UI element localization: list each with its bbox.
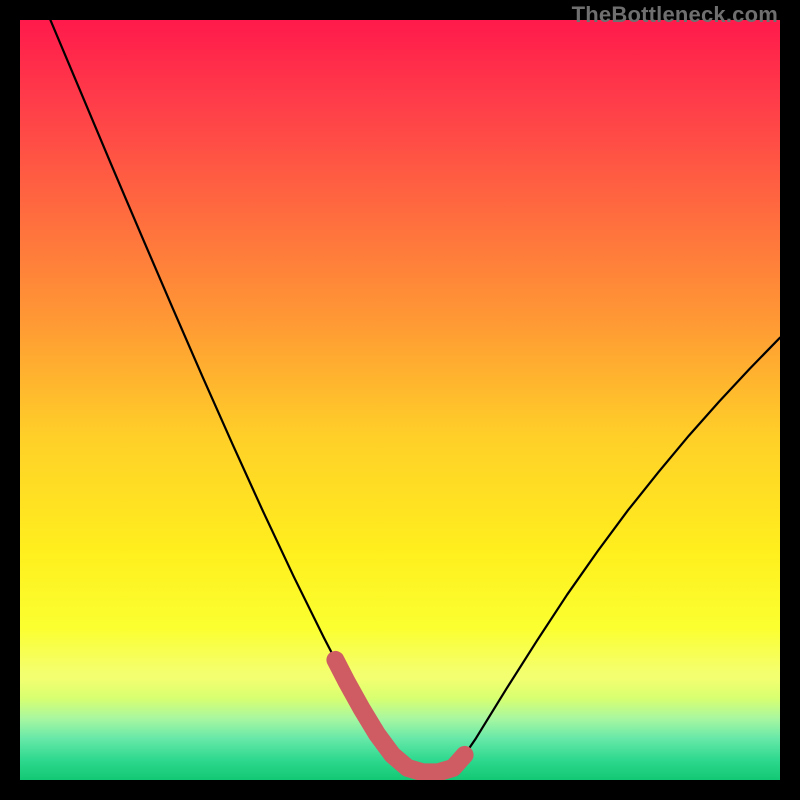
watermark-text: TheBottleneck.com xyxy=(572,2,778,28)
gradient-background xyxy=(20,20,780,780)
chart-frame: TheBottleneck.com xyxy=(0,0,800,800)
chart-svg xyxy=(20,20,780,780)
chart-plot-area xyxy=(20,20,780,780)
